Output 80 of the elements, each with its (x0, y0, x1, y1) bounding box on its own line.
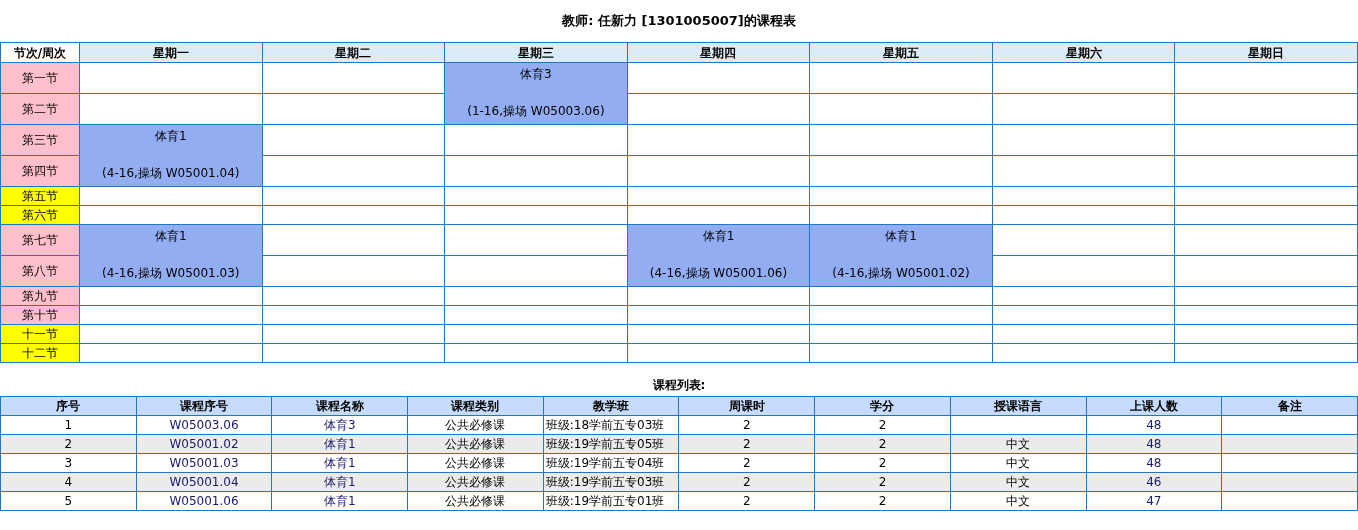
table-cell: 2 (814, 453, 951, 473)
day-header: 星期二 (262, 42, 445, 63)
table-cell: 公共必修课 (407, 415, 544, 435)
list-title: 课程列表: (652, 377, 706, 394)
table-cell: 中文 (950, 491, 1086, 511)
column-header: 课程序号 (136, 396, 272, 416)
table-cell: 2 (814, 415, 951, 435)
page-title: 教师: 任新力 [1301005007]的课程表 (562, 12, 796, 31)
table-cell: 中文 (950, 453, 1086, 473)
table-cell: 2 (814, 472, 951, 492)
table-cell: 中文 (950, 434, 1086, 454)
course-block[interactable]: 体育1 (4-16,操场 W05001.02) (809, 224, 993, 287)
table-cell: 公共必修课 (407, 453, 544, 473)
table-cell: 5 (0, 491, 137, 511)
period-label: 第四节 (0, 155, 80, 187)
course-name: 体育3 (520, 66, 552, 83)
table-cell: 1 (0, 415, 137, 435)
table-cell: 2 (814, 491, 951, 511)
table-cell: 公共必修课 (407, 472, 544, 492)
table-cell: 班级:19学前五专04班 (543, 453, 679, 473)
course-detail: (4-16,操场 W05001.06) (649, 265, 788, 282)
day-header: 星期一 (79, 42, 263, 63)
course-detail: (4-16,操场 W05001.02) (832, 265, 970, 282)
column-header: 上课人数 (1086, 396, 1222, 416)
header-cell: 节次/周次 (0, 42, 80, 63)
table-link[interactable]: 体育1 (323, 437, 356, 451)
day-header: 星期四 (627, 42, 810, 63)
table-cell: 2 (0, 434, 137, 454)
course-block[interactable]: 体育1 (4-16,操场 W05001.06) (627, 224, 810, 287)
course-name: 体育1 (885, 228, 917, 245)
table-link[interactable]: 体育3 (323, 418, 356, 432)
course-block[interactable]: 体育1 (4-16,操场 W05001.03) (79, 224, 263, 287)
course-detail: (4-16,操场 W05001.03) (102, 265, 240, 282)
day-header: 星期五 (809, 42, 993, 63)
day-header: 星期三 (444, 42, 628, 63)
period-label: 第一节 (0, 62, 80, 94)
table-cell: 中文 (950, 472, 1086, 492)
table-cell: 4 (0, 472, 137, 492)
table-cell: 班级:18学前五专03班 (543, 415, 679, 435)
day-header: 星期六 (992, 42, 1175, 63)
table-link[interactable]: 体育1 (323, 456, 356, 470)
table-link[interactable]: 体育1 (323, 494, 356, 508)
table-cell: 2 (678, 491, 815, 511)
period-label: 第三节 (0, 124, 80, 156)
column-header: 课程名称 (271, 396, 408, 416)
column-header: 授课语言 (950, 396, 1086, 416)
table-cell: 公共必修课 (407, 434, 544, 454)
table-link[interactable]: 48 (1146, 437, 1162, 451)
column-header: 学分 (814, 396, 951, 416)
period-label: 第七节 (0, 224, 80, 256)
table-cell: 班级:19学前五专01班 (543, 491, 679, 511)
table-cell: 2 (678, 415, 815, 435)
course-detail: (4-16,操场 W05001.04) (102, 165, 240, 182)
table-cell: 2 (678, 472, 815, 492)
table-link[interactable]: 47 (1146, 494, 1162, 508)
course-name: 体育1 (154, 128, 187, 145)
table-link[interactable]: 48 (1146, 418, 1162, 432)
column-header: 教学班 (543, 396, 679, 416)
course-block[interactable]: 体育1 (4-16,操场 W05001.04) (79, 124, 263, 187)
course-block[interactable]: 体育3 (1-16,操场 W05003.06) (444, 62, 628, 125)
table-link[interactable]: 48 (1146, 456, 1162, 470)
table-cell: 班级:19学前五专03班 (543, 472, 679, 492)
column-header: 周课时 (678, 396, 815, 416)
table-link[interactable]: 体育1 (323, 475, 356, 489)
table-cell: 3 (0, 453, 137, 473)
column-header: 序号 (0, 396, 137, 416)
table-cell: 2 (678, 453, 815, 473)
course-name: 体育1 (154, 228, 187, 245)
table-cell: 2 (814, 434, 951, 454)
course-name: 体育1 (702, 228, 735, 245)
column-header: 课程类别 (407, 396, 544, 416)
period-label: 第二节 (0, 93, 80, 125)
period-label: 第八节 (0, 255, 80, 287)
table-cell: 班级:19学前五专05班 (543, 434, 679, 454)
table-link[interactable]: 46 (1146, 475, 1162, 489)
day-header: 星期日 (1174, 42, 1358, 63)
table-cell: 2 (678, 434, 815, 454)
column-header: 备注 (1221, 396, 1358, 416)
course-detail: (1-16,操场 W05003.06) (467, 103, 605, 120)
table-cell: 公共必修课 (407, 491, 544, 511)
